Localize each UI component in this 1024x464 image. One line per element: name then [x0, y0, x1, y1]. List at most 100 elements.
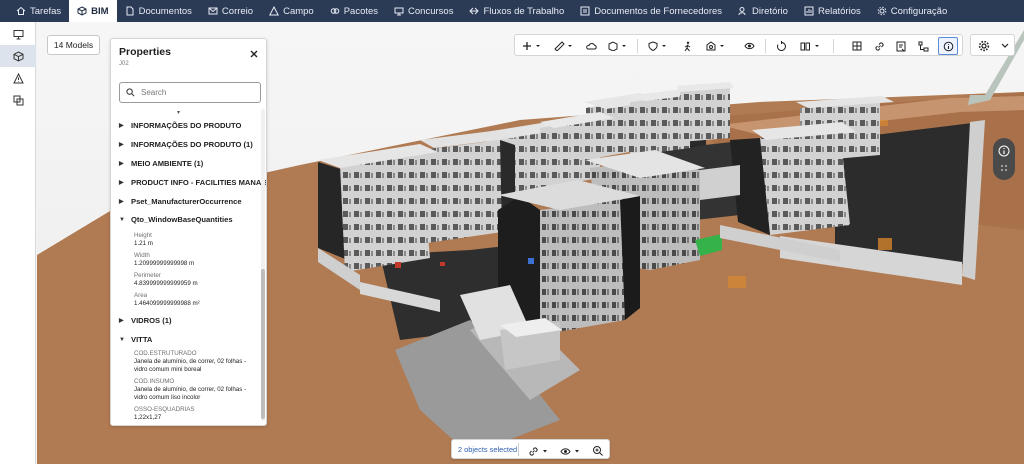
group-meio-ambiente[interactable]: ▶ MEIO AMBIENTE (1)	[119, 159, 203, 168]
rail-bim-button[interactable]	[0, 45, 36, 67]
building-front-left[interactable]	[318, 144, 438, 272]
grid-icon	[852, 41, 862, 51]
group-pset-manufacturer[interactable]: ▶ Pset_ManufacturerOccurrence	[119, 197, 242, 206]
nav-item-tarefas[interactable]: Tarefas	[8, 0, 69, 22]
group-vitta[interactable]: ▼ VITTA	[119, 335, 152, 344]
properties-search-field[interactable]	[119, 82, 261, 103]
nav-item-fluxos[interactable]: Fluxos de Trabalho	[461, 0, 572, 22]
rail-layers-button[interactable]	[0, 89, 36, 111]
hierarchy-button[interactable]	[915, 37, 931, 55]
nav-item-label: Documentos de Fornecedores	[594, 5, 723, 17]
rail-presentation-button[interactable]	[0, 23, 36, 45]
search-icon	[126, 88, 135, 97]
side-info-toggle[interactable]	[993, 138, 1015, 180]
selected-window[interactable]	[528, 258, 534, 264]
warning-icon	[12, 72, 24, 83]
highlight-1	[878, 238, 892, 250]
group-vidros[interactable]: ▶ VIDROS (1)	[119, 316, 172, 325]
measure-button[interactable]	[551, 37, 577, 55]
group-label: VIDROS (1)	[131, 316, 172, 325]
measure-icon	[554, 41, 572, 51]
zoom-to-button[interactable]	[592, 444, 606, 456]
group-label: Qto_WindowBaseQuantities	[131, 215, 233, 224]
expand-icon: ▶	[119, 180, 124, 186]
nav-item-campo[interactable]: Campo	[261, 0, 322, 22]
nav-item-fornecedores[interactable]: Documentos de Fornecedores	[572, 0, 730, 22]
group-informacoes-produto-1[interactable]: ▶ INFORMAÇÕES DO PRODUTO (1)	[119, 140, 253, 149]
nav-item-label: Configuração	[890, 5, 948, 17]
building-back-3[interactable]	[676, 82, 734, 142]
info-button[interactable]	[938, 37, 958, 55]
visibility-dropdown-button[interactable]	[560, 444, 586, 456]
nav-item-correio[interactable]: Correio	[200, 0, 261, 22]
supplier-docs-icon	[580, 6, 590, 16]
collapse-icon: ▼	[119, 336, 125, 343]
layers-icon	[13, 95, 23, 105]
nav-item-bim[interactable]: BIM	[69, 0, 117, 22]
warning-icon	[269, 6, 280, 16]
nav-item-label: Correio	[221, 5, 254, 17]
walk-button[interactable]	[679, 37, 695, 55]
nav-item-pacotes[interactable]: Pacotes	[322, 0, 386, 22]
nav-item-label: Tarefas	[30, 5, 62, 17]
close-icon[interactable]	[249, 49, 259, 59]
property-value: 1.464099999999988 m²	[134, 300, 200, 307]
nav-item-label: Campo	[283, 5, 314, 17]
building-right-2[interactable]	[730, 122, 856, 235]
gear-icon	[877, 6, 887, 16]
highlight-2	[728, 276, 746, 288]
property-value: Janela de alumínio, de correr, 02 folhas…	[134, 358, 247, 365]
properties-panel: Properties J02 ▾ ▶ INFORMAÇÕES DO PRODUT…	[110, 38, 267, 426]
left-rail	[0, 22, 36, 464]
property-value: Janela de alumínio, de correr, 02 folhas…	[134, 386, 247, 393]
info-icon	[998, 145, 1010, 157]
visibility-button[interactable]	[741, 37, 757, 55]
section-box-button[interactable]	[605, 37, 631, 55]
link-icon	[874, 41, 884, 51]
zoom-to-icon	[593, 446, 603, 456]
binoculars-button[interactable]	[797, 37, 825, 55]
toolbar-divider	[833, 39, 834, 53]
search-input[interactable]	[141, 88, 251, 97]
expand-icon: ▶	[119, 161, 124, 167]
models-button[interactable]: 14 Models	[47, 35, 100, 55]
toolbar-divider	[765, 39, 766, 53]
nav-item-documentos[interactable]: Documentos	[117, 0, 200, 22]
property-value: 1.21 m	[134, 240, 153, 247]
properties-scrollbar-thumb[interactable]	[261, 269, 265, 419]
settings-button[interactable]	[970, 34, 1015, 56]
nav-item-relatorios[interactable]: Relatórios	[796, 0, 869, 22]
add-button[interactable]	[519, 37, 545, 55]
property-label: Perimeter	[134, 272, 161, 279]
cloud-markup-button[interactable]	[583, 37, 599, 55]
group-product-info[interactable]: ▶ PRODUCT INFO - FACILITIES MANAG	[119, 178, 266, 187]
collapse-icon: ▼	[119, 216, 125, 223]
grid-button[interactable]	[849, 37, 865, 55]
shield-button[interactable]	[645, 37, 671, 55]
cloud-markup-icon	[585, 43, 597, 50]
expand-icon: ▶	[119, 199, 124, 205]
info-icon	[943, 41, 953, 51]
reset-view-button[interactable]	[773, 37, 789, 55]
expand-icon: ▶	[119, 142, 124, 148]
camera-view-button[interactable]	[703, 37, 729, 55]
nav-item-diretorio[interactable]: Diretório	[730, 0, 796, 22]
rail-issues-button[interactable]	[0, 67, 36, 89]
section-box-icon	[608, 41, 626, 51]
selection-count[interactable]: 2 objects selected	[458, 445, 517, 454]
nav-item-configuracao[interactable]: Configuração	[869, 0, 956, 22]
property-label: Area	[134, 292, 148, 299]
group-qto-window[interactable]: ▼ Qto_WindowBaseQuantities	[119, 215, 233, 224]
clash-report-icon	[896, 41, 906, 51]
mail-icon	[208, 6, 218, 16]
clash-report-button[interactable]	[893, 37, 909, 55]
highlight-3	[880, 120, 888, 126]
nav-item-concursos[interactable]: Concursos	[386, 0, 461, 22]
link-button[interactable]	[871, 37, 887, 55]
nav-item-label: Documentos	[138, 5, 192, 17]
link-dropdown-button[interactable]	[528, 444, 554, 456]
settings-icon	[978, 40, 990, 52]
property-value: vidro comum liso incolor	[134, 394, 201, 401]
property-label: Height	[134, 232, 152, 239]
group-informacoes-produto[interactable]: ▶ INFORMAÇÕES DO PRODUTO	[119, 121, 241, 130]
